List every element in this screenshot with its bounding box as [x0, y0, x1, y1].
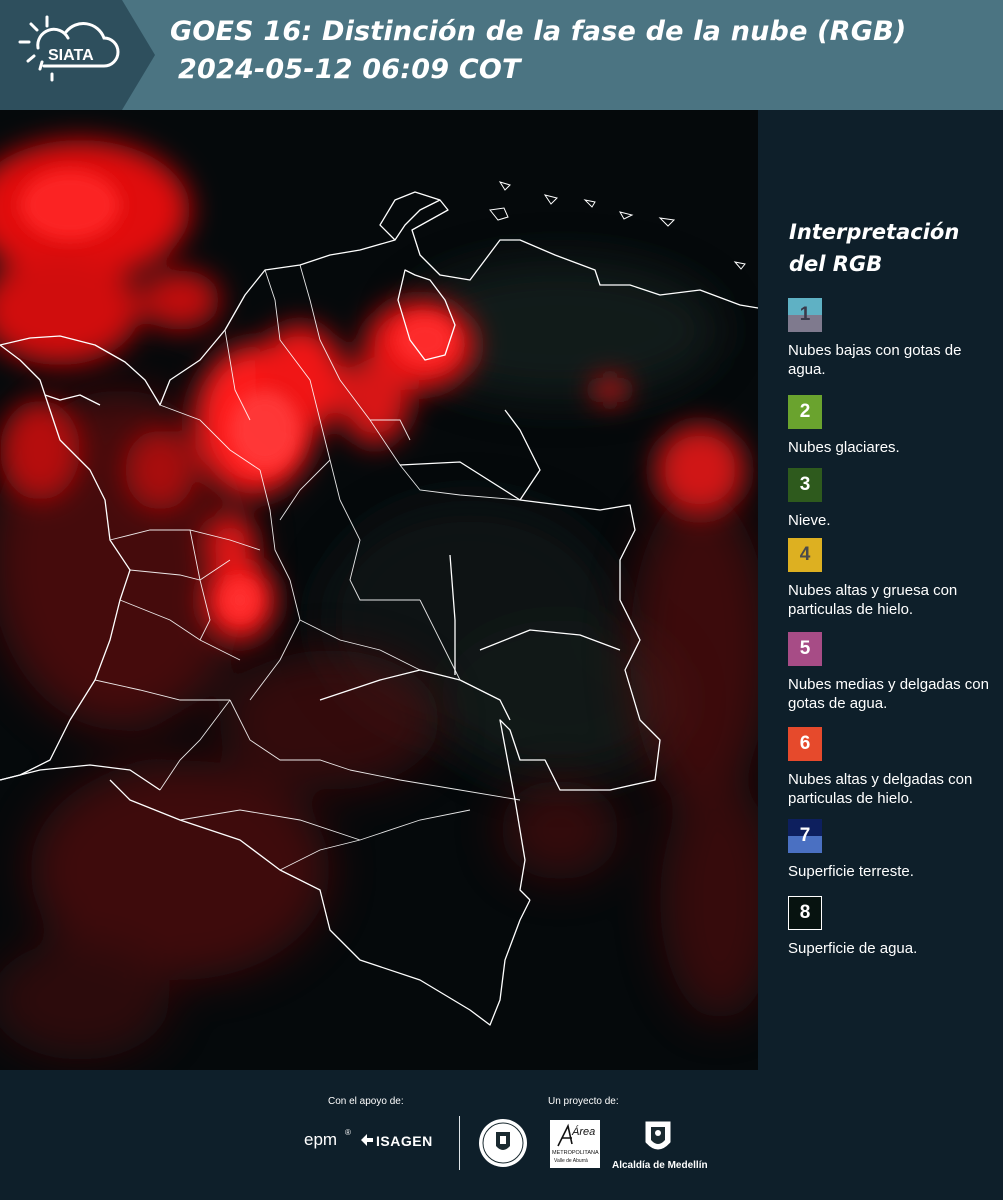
legend-title: Interpretación del RGB: [789, 220, 960, 276]
legend-number: 5: [799, 638, 811, 659]
project-label: Un proyecto de:: [548, 1096, 619, 1107]
satellite-map[interactable]: [0, 110, 758, 1070]
legend-number: 4: [799, 544, 811, 565]
area-text: Área: [572, 1126, 596, 1138]
page-title: GOES 16: Distinción de la fase de la nub…: [170, 16, 907, 47]
legend-panel: Interpretación del RGB 1 Nubes bajas con …: [758, 110, 1003, 1070]
legend-item: 4 Nubes altas y gruesa con particulas de …: [788, 538, 998, 619]
legend-label: Superficie terreste.: [788, 863, 914, 880]
isagen-text: ISAGEN: [376, 1133, 433, 1149]
legend-number: 8: [799, 902, 811, 923]
legend-swatch: 4: [788, 538, 822, 572]
legend-swatch: 6: [788, 727, 822, 761]
legend-label: Nubes medias y delgadas con gotas de agu…: [788, 676, 989, 712]
legend-item: 5 Nubes medias y delgadas con gotas de ag…: [788, 632, 998, 713]
legend-number: 7: [799, 825, 811, 846]
legend-swatch: 3: [788, 468, 822, 502]
legend-item: 1 Nubes bajas con gotas de agua.: [788, 298, 998, 379]
epm-registered-icon: ®: [345, 1128, 351, 1137]
isagen-arrows-icon: [361, 1134, 373, 1146]
legend-swatch: 2: [788, 395, 822, 429]
legend-swatch: 1: [788, 298, 822, 332]
legend-label: Nubes altas y gruesa con particulas de h…: [788, 582, 958, 618]
legend-number: 1: [799, 304, 811, 325]
siata-logo-text: SIATA: [48, 47, 94, 64]
isagen-logo[interactable]: ISAGEN: [360, 1132, 440, 1150]
footer: Con el apoyo de: Un proyecto de: epm ® I…: [0, 1070, 1003, 1200]
legend-swatch: 8: [788, 896, 822, 930]
legend-item: 7 Superficie terreste.: [788, 819, 998, 881]
medellin-text: Alcaldía de Medellín: [612, 1160, 708, 1171]
legend-label: Superficie de agua.: [788, 940, 918, 957]
area-subtext-1: METROPOLITANA: [552, 1150, 599, 1156]
epm-logo[interactable]: epm: [304, 1130, 337, 1150]
legend-item: 8 Superficie de agua.: [788, 896, 998, 958]
medellin-shield-icon: [645, 1121, 671, 1150]
legend-label: Nubes glaciares.: [788, 439, 900, 456]
legend-label: Nieve.: [788, 512, 831, 529]
support-label: Con el apoyo de:: [328, 1096, 404, 1107]
area-subtext-2: Valle de Aburrá: [554, 1158, 588, 1164]
legend-number: 2: [799, 401, 811, 422]
legend-label: Nubes bajas con gotas de agua.: [788, 342, 962, 378]
header-bar: SIATA GOES 16: Distinción de la fase de …: [0, 0, 1003, 110]
legend-item: 6 Nubes altas y delgadas con particulas d…: [788, 727, 998, 808]
siata-logo[interactable]: SIATA: [0, 0, 155, 110]
legend-item: 3 Nieve.: [788, 468, 998, 530]
legend-number: 3: [799, 474, 811, 495]
alcaldia-medellin-logo[interactable]: Alcaldía de Medellín: [612, 1118, 708, 1174]
legend-swatch: 5: [788, 632, 822, 666]
medellin-university-seal[interactable]: [478, 1118, 528, 1172]
legend-label: Nubes altas y delgadas con particulas de…: [788, 771, 973, 807]
legend-item: 2 Nubes glaciares.: [788, 395, 998, 457]
legend-number: 6: [799, 733, 811, 754]
area-metropolitana-logo[interactable]: Área METROPOLITANA Valle de Aburrá: [550, 1120, 600, 1168]
legend-swatch: 7: [788, 819, 822, 853]
page-timestamp: 2024-05-12 06:09 COT: [178, 54, 521, 85]
footer-divider: [459, 1116, 460, 1170]
